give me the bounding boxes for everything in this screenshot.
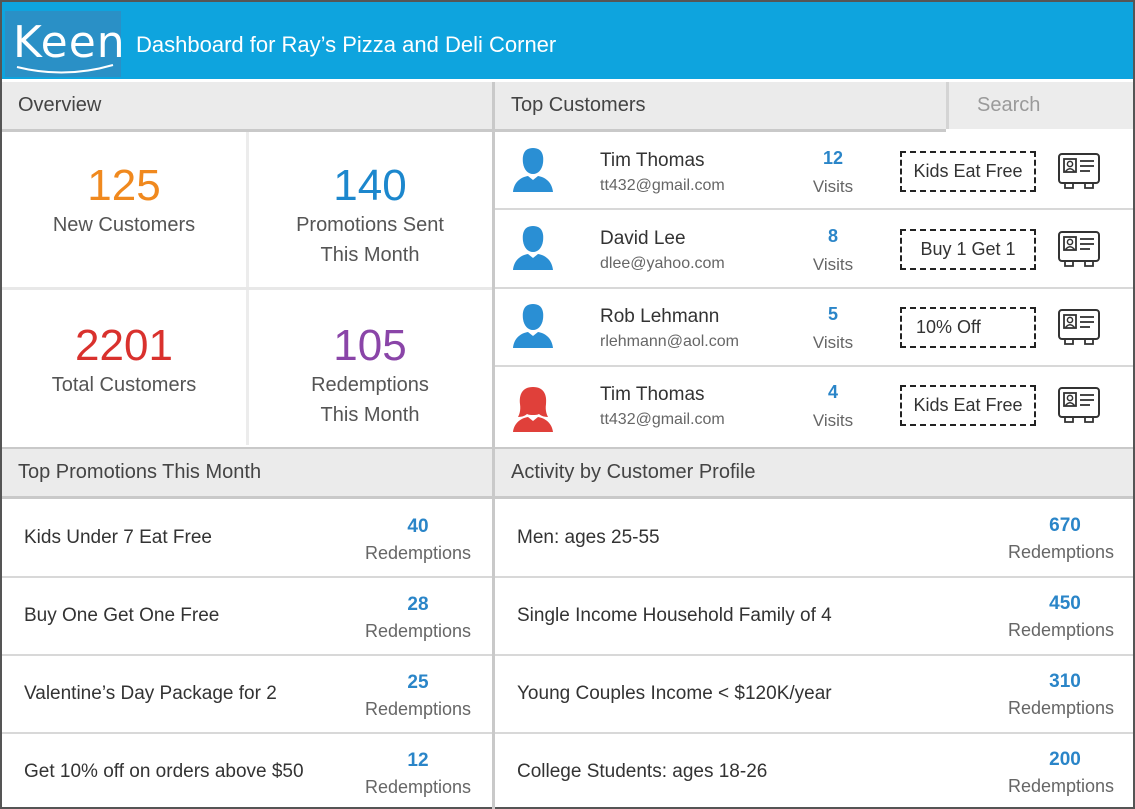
promo-coupon[interactable]: 10% Off [900, 307, 1036, 348]
id-card-icon[interactable] [1057, 308, 1101, 348]
id-card-icon[interactable] [1057, 152, 1101, 192]
customer-search-input[interactable]: Search [946, 82, 1133, 129]
profile-name: College Students: ages 18-26 [517, 760, 768, 782]
male-user-icon [513, 304, 553, 348]
customer-name: Tim Thomas [600, 150, 705, 171]
overview-header: Overview [2, 82, 492, 132]
stat-redemptions: 105 Redemptions This Month [285, 322, 455, 430]
profile-name: Men: ages 25-55 [517, 526, 660, 548]
customer-row[interactable]: David Lee dlee@yahoo.com 8 Visits Buy 1 … [495, 210, 1133, 289]
customer-email: tt432@gmail.com [600, 177, 725, 194]
visit-label: Visits [812, 177, 854, 196]
promotion-name: Kids Under 7 Eat Free [24, 526, 212, 548]
logo-swoosh-icon [16, 64, 114, 74]
male-user-icon [513, 226, 553, 270]
redemption-label: Redemptions [1007, 620, 1115, 640]
profile-row[interactable]: Single Income Household Family of 4 450 … [495, 577, 1133, 654]
profile-row[interactable]: Young Couples Income < $120K/year 310 Re… [495, 655, 1133, 732]
promotion-row[interactable]: Kids Under 7 Eat Free 40 Redemptions [2, 499, 492, 576]
male-user-icon [513, 148, 553, 192]
visit-label: Visits [812, 255, 854, 274]
redemption-label: Redemptions [1007, 776, 1115, 796]
promotion-name: Buy One Get One Free [24, 604, 220, 626]
redemption-label: Redemptions [364, 621, 472, 641]
stat-value: 105 [333, 321, 407, 370]
top-customers-header: Top Customers [495, 82, 946, 132]
redemption-count: 200 [1049, 749, 1081, 770]
promo-coupon[interactable]: Kids Eat Free [900, 151, 1036, 192]
overview-title: Overview [18, 94, 102, 116]
page-title: Dashboard for Ray’s Pizza and Deli Corne… [136, 32, 557, 57]
customer-row[interactable]: Tim Thomas tt432@gmail.com 12 Visits Kid… [495, 132, 1133, 211]
female-user-icon [513, 387, 553, 432]
stat-value: 125 [87, 161, 161, 210]
stat-label: New Customers [52, 214, 196, 236]
id-card-icon[interactable] [1057, 386, 1101, 426]
visit-count: 4 [827, 382, 838, 402]
redemption-label: Redemptions [1007, 698, 1115, 718]
promotion-name: Valentine’s Day Package for 2 [24, 682, 277, 704]
promo-coupon[interactable]: Buy 1 Get 1 [900, 229, 1036, 270]
stat-promotions-sent: 140 Promotions Sent This Month [270, 162, 470, 270]
promotion-row[interactable]: Get 10% off on orders above $50 12 Redem… [2, 733, 492, 809]
profile-name: Single Income Household Family of 4 [517, 604, 832, 626]
keen-logo[interactable]: Keen [5, 11, 125, 77]
profile-row[interactable]: Men: ages 25-55 670 Redemptions [495, 499, 1133, 576]
stat-value: 140 [333, 161, 407, 210]
visit-count: 12 [822, 148, 844, 168]
redemption-label: Redemptions [364, 543, 472, 563]
stat-label: Redemptions This Month [311, 374, 429, 426]
dashboard-frame: Keen Dashboard for Ray’s Pizza and Deli … [0, 0, 1135, 809]
redemption-count: 25 [407, 672, 429, 693]
customer-row[interactable]: Rob Lehmann rlehmann@aol.com 5 Visits 10… [495, 288, 1133, 367]
visit-count: 5 [827, 304, 838, 324]
top-promotions-header: Top Promotions This Month [2, 447, 492, 499]
redemption-label: Redemptions [364, 777, 472, 797]
app-header: Keen Dashboard for Ray’s Pizza and Deli … [2, 2, 1133, 79]
customer-email: rlehmann@aol.com [600, 333, 739, 350]
stat-label: Promotions Sent This Month [296, 214, 444, 266]
promotion-row[interactable]: Valentine’s Day Package for 2 25 Redempt… [2, 655, 492, 732]
redemption-count: 12 [407, 750, 429, 771]
promotion-name: Get 10% off on orders above $50 [24, 760, 304, 782]
visit-label: Visits [812, 333, 854, 352]
customer-row[interactable]: Tim Thomas tt432@gmail.com 4 Visits Kids… [495, 366, 1133, 445]
top-promotions-title: Top Promotions This Month [18, 461, 262, 483]
redemption-count: 450 [1049, 593, 1081, 614]
customer-name: David Lee [600, 228, 686, 249]
logo-text: Keen [13, 17, 126, 68]
stat-value: 2201 [75, 321, 173, 370]
promo-coupon[interactable]: Kids Eat Free [900, 385, 1036, 426]
stat-new-customers: 125 New Customers [2, 162, 246, 240]
redemption-label: Redemptions [364, 699, 472, 719]
top-customers-title: Top Customers [511, 94, 646, 116]
redemption-label: Redemptions [1007, 542, 1115, 562]
visit-label: Visits [812, 411, 854, 430]
promotion-row[interactable]: Buy One Get One Free 28 Redemptions [2, 577, 492, 654]
profile-row[interactable]: College Students: ages 18-26 200 Redempt… [495, 733, 1133, 809]
activity-title: Activity by Customer Profile [511, 461, 756, 483]
customer-name: Tim Thomas [600, 384, 705, 405]
customer-name: Rob Lehmann [600, 306, 720, 327]
activity-header: Activity by Customer Profile [495, 447, 1133, 499]
customer-email: dlee@yahoo.com [600, 255, 725, 272]
stat-label: Total Customers [51, 374, 197, 396]
id-card-icon[interactable] [1057, 230, 1101, 270]
redemption-count: 28 [407, 594, 429, 615]
profile-name: Young Couples Income < $120K/year [517, 682, 832, 704]
stat-total-customers: 2201 Total Customers [2, 322, 246, 400]
redemption-count: 310 [1049, 671, 1081, 692]
customer-email: tt432@gmail.com [600, 411, 725, 428]
redemption-count: 670 [1049, 515, 1081, 536]
visit-count: 8 [827, 226, 838, 246]
overview-divider-horizontal [2, 287, 492, 290]
redemption-count: 40 [407, 516, 429, 537]
